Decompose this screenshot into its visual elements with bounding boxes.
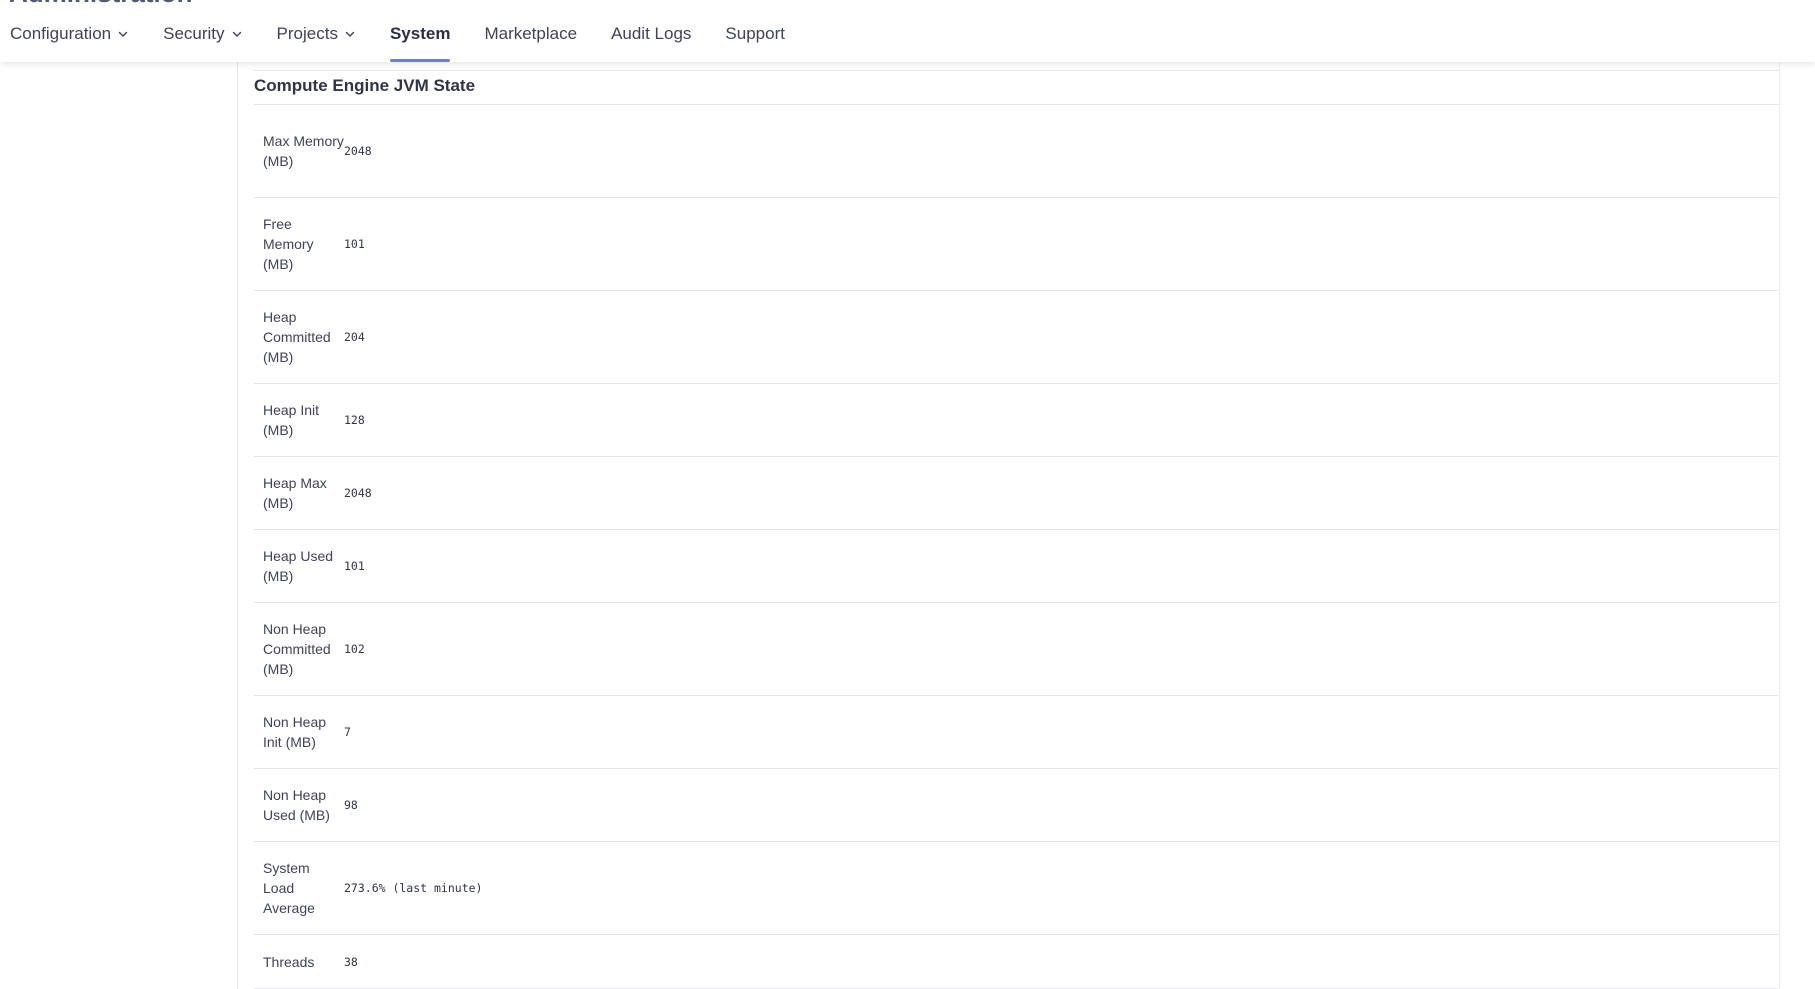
row-value: 7 [344,725,351,739]
row-value: 101 [344,559,365,573]
nav-security[interactable]: Security [163,0,242,62]
row-label: Max Memory (MB) [263,133,344,169]
row-label: Heap Used (MB) [263,548,334,584]
jvm-state-table: Max Memory (MB) 2048 Free Memory (MB) 10… [254,105,1778,989]
sidebar-divider [237,62,238,989]
table-row: Max Memory (MB) 2048 [254,105,1778,198]
chevron-down-icon [232,31,241,37]
nav-marketplace-label: Marketplace [484,24,578,43]
nav-support[interactable]: Support [725,0,785,62]
section-title: Compute Engine JVM State [254,76,476,95]
table-row: Heap Max (MB) 2048 [254,457,1778,530]
row-value: 102 [344,642,365,656]
table-row: Free Memory (MB) 101 [254,198,1778,291]
row-label: Non Heap Used (MB) [263,787,330,823]
chevron-down-icon [118,31,128,37]
table-row: System Load Average 273.6% (last minute) [254,842,1778,935]
nav-system-label: System [389,24,451,43]
nav-configuration-label: Configuration [10,24,112,43]
main-nav: Configuration Security Projects System M… [0,0,785,62]
table-row: Non Heap Used (MB) 98 [254,769,1778,842]
nav-projects-label: Projects [276,24,338,43]
nav-security-label: Security [163,24,225,43]
row-value: 101 [344,237,365,251]
row-value: 98 [344,798,358,812]
row-label: Heap Max (MB) [263,475,327,511]
row-label: Heap Committed (MB) [263,309,331,365]
table-row: Threads 38 [254,935,1778,989]
row-label: Non Heap Committed (MB) [263,621,331,677]
row-label: Heap Init (MB) [263,402,320,438]
row-value: 204 [344,330,365,344]
row-label: Threads [263,953,315,970]
divider [254,70,1780,71]
table-row: Non Heap Committed (MB) 102 [254,603,1778,696]
nav-projects[interactable]: Projects [277,0,356,62]
table-row: Heap Init (MB) 128 [254,384,1778,457]
table-row: Non Heap Init (MB) 7 [254,696,1778,769]
table-row: Heap Used (MB) 101 [254,530,1778,603]
nav-marketplace[interactable]: Marketplace [484,0,577,62]
row-value: 273.6% (last minute) [344,881,483,895]
table-row: Heap Committed (MB) 204 [254,291,1778,384]
chevron-down-icon [345,31,355,37]
row-label: Free Memory (MB) [263,216,314,272]
page: Administration Configuration Security Pr… [0,0,1815,989]
content-edge [1779,62,1780,989]
nav-system[interactable]: System [389,0,451,62]
row-value: 128 [344,413,365,427]
nav-configuration[interactable]: Configuration [10,0,129,62]
nav-support-label: Support [725,24,785,43]
nav-audit-logs-label: Audit Logs [611,24,692,43]
row-value: 2048 [344,486,372,500]
row-label: System Load Average [263,860,315,916]
row-label: Non Heap Init (MB) [263,714,327,750]
top-header: Administration Configuration Security Pr… [0,0,1815,62]
nav-audit-logs[interactable]: Audit Logs [611,0,691,62]
row-value: 38 [344,954,358,969]
row-value: 2048 [344,144,372,158]
